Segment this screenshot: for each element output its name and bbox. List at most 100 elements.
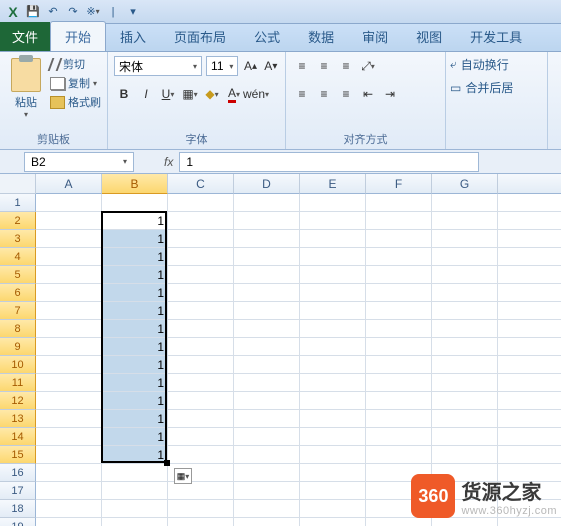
row-header-8[interactable]: 8 <box>0 320 36 338</box>
cell-C14[interactable] <box>168 428 234 446</box>
font-name-select[interactable]: 宋体▾ <box>114 56 202 76</box>
align-bottom-button[interactable]: ≡ <box>336 56 356 76</box>
cell-C7[interactable] <box>168 302 234 320</box>
app-icon[interactable]: X <box>4 3 22 21</box>
tab-formulas[interactable]: 公式 <box>240 22 294 51</box>
cell-A9[interactable] <box>36 338 102 356</box>
cell-B11[interactable]: 1 <box>102 374 168 392</box>
cell-14[interactable] <box>498 428 561 446</box>
cell-A12[interactable] <box>36 392 102 410</box>
align-right-button[interactable]: ≡ <box>336 84 356 104</box>
cell-B13[interactable]: 1 <box>102 410 168 428</box>
cell-A5[interactable] <box>36 266 102 284</box>
cell-G1[interactable] <box>432 194 498 212</box>
align-top-button[interactable]: ≡ <box>292 56 312 76</box>
cell-C2[interactable] <box>168 212 234 230</box>
tab-view[interactable]: 视图 <box>402 22 456 51</box>
cell-C6[interactable] <box>168 284 234 302</box>
cell-G15[interactable] <box>432 446 498 464</box>
save-button[interactable]: 💾 <box>24 3 42 21</box>
row-header-16[interactable]: 16 <box>0 464 36 482</box>
cell-D5[interactable] <box>234 266 300 284</box>
cell-C15[interactable] <box>168 446 234 464</box>
tab-file[interactable]: 文件 <box>0 22 50 51</box>
cell-D17[interactable] <box>234 482 300 500</box>
fill-handle[interactable] <box>164 460 170 466</box>
cell-C4[interactable] <box>168 248 234 266</box>
cell-G12[interactable] <box>432 392 498 410</box>
cell-E17[interactable] <box>300 482 366 500</box>
row-header-9[interactable]: 9 <box>0 338 36 356</box>
cell-D10[interactable] <box>234 356 300 374</box>
cell-10[interactable] <box>498 356 561 374</box>
cell-D6[interactable] <box>234 284 300 302</box>
column-header-A[interactable]: A <box>36 174 102 194</box>
cell-F13[interactable] <box>366 410 432 428</box>
cell-E16[interactable] <box>300 464 366 482</box>
merge-center-button[interactable]: ▭合并后居 <box>450 79 543 96</box>
cell-G5[interactable] <box>432 266 498 284</box>
row-header-5[interactable]: 5 <box>0 266 36 284</box>
tab-developer[interactable]: 开发工具 <box>456 22 536 51</box>
cell-C12[interactable] <box>168 392 234 410</box>
cell-F1[interactable] <box>366 194 432 212</box>
cell-C19[interactable] <box>168 518 234 526</box>
cell-F11[interactable] <box>366 374 432 392</box>
formula-input[interactable]: 1 <box>179 152 479 172</box>
cell-C8[interactable] <box>168 320 234 338</box>
cell-E7[interactable] <box>300 302 366 320</box>
cell-7[interactable] <box>498 302 561 320</box>
cell-F7[interactable] <box>366 302 432 320</box>
cell-E4[interactable] <box>300 248 366 266</box>
cell-F6[interactable] <box>366 284 432 302</box>
cell-E18[interactable] <box>300 500 366 518</box>
align-left-button[interactable]: ≡ <box>292 84 312 104</box>
cell-D9[interactable] <box>234 338 300 356</box>
cell-E19[interactable] <box>300 518 366 526</box>
cell-A17[interactable] <box>36 482 102 500</box>
cell-B8[interactable]: 1 <box>102 320 168 338</box>
cell-G9[interactable] <box>432 338 498 356</box>
cell-B3[interactable]: 1 <box>102 230 168 248</box>
row-header-15[interactable]: 15 <box>0 446 36 464</box>
cell-D16[interactable] <box>234 464 300 482</box>
cell-E8[interactable] <box>300 320 366 338</box>
cell-13[interactable] <box>498 410 561 428</box>
cell-D19[interactable] <box>234 518 300 526</box>
cell-D1[interactable] <box>234 194 300 212</box>
increase-font-button[interactable]: A▴ <box>242 56 258 76</box>
row-header-3[interactable]: 3 <box>0 230 36 248</box>
cell-G3[interactable] <box>432 230 498 248</box>
cell-G13[interactable] <box>432 410 498 428</box>
align-middle-button[interactable]: ≡ <box>314 56 334 76</box>
cell-F19[interactable] <box>366 518 432 526</box>
cell-F14[interactable] <box>366 428 432 446</box>
cell-C18[interactable] <box>168 500 234 518</box>
cell-C3[interactable] <box>168 230 234 248</box>
cell-A8[interactable] <box>36 320 102 338</box>
cell-E10[interactable] <box>300 356 366 374</box>
cell-12[interactable] <box>498 392 561 410</box>
cell-D11[interactable] <box>234 374 300 392</box>
cell-C9[interactable] <box>168 338 234 356</box>
row-header-2[interactable]: 2 <box>0 212 36 230</box>
cut-button[interactable]: 剪切 <box>50 56 101 72</box>
cell-A13[interactable] <box>36 410 102 428</box>
wrap-text-button[interactable]: ⤶自动换行 <box>450 56 543 73</box>
column-header-E[interactable]: E <box>300 174 366 194</box>
font-color-button[interactable]: A▾ <box>224 84 244 104</box>
cell-8[interactable] <box>498 320 561 338</box>
cell-G4[interactable] <box>432 248 498 266</box>
orientation-button[interactable]: ⤢▾ <box>358 56 378 76</box>
row-header-11[interactable]: 11 <box>0 374 36 392</box>
cell-F2[interactable] <box>366 212 432 230</box>
cell-B19[interactable] <box>102 518 168 526</box>
cell-C11[interactable] <box>168 374 234 392</box>
cell-C17[interactable] <box>168 482 234 500</box>
name-box[interactable]: B2▾ <box>24 152 134 172</box>
cell-3[interactable] <box>498 230 561 248</box>
select-all-corner[interactable] <box>0 174 36 194</box>
cell-A6[interactable] <box>36 284 102 302</box>
cell-B10[interactable]: 1 <box>102 356 168 374</box>
row-header-7[interactable]: 7 <box>0 302 36 320</box>
